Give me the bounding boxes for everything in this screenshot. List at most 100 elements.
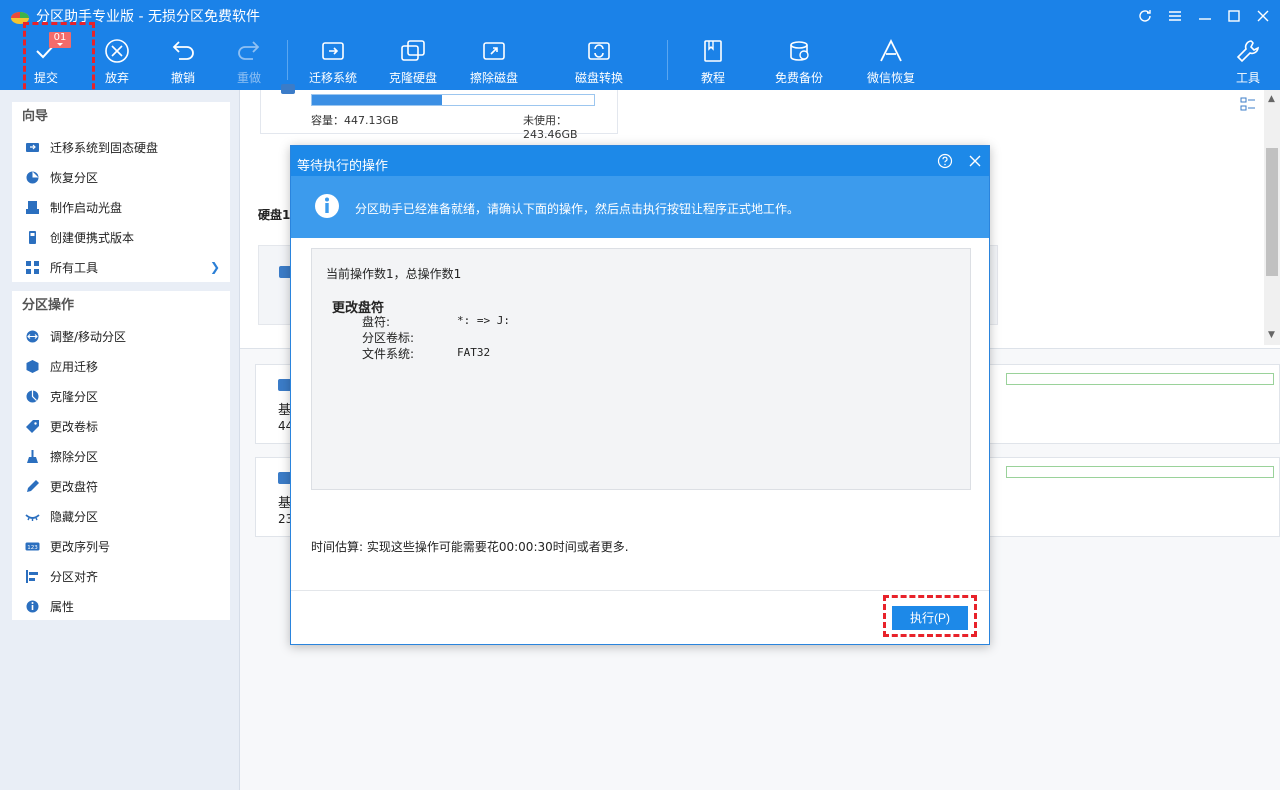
sidebar-item-label: 隐藏分区 bbox=[50, 509, 99, 524]
tools-button[interactable]: 工具 bbox=[1213, 36, 1280, 88]
sidebar-item-change-serial[interactable]: 123 更改序列号 bbox=[12, 531, 230, 561]
sidebar-item-align-partition[interactable]: 分区对齐 bbox=[12, 561, 230, 591]
sidebar-item-label: 分区对齐 bbox=[50, 569, 99, 584]
sidebar-item-resize-partition[interactable]: 调整/移动分区 bbox=[12, 321, 230, 351]
align-icon bbox=[24, 568, 40, 584]
sidebar-item-label: 更改卷标 bbox=[50, 419, 99, 434]
redo-button[interactable]: 重做 bbox=[214, 36, 284, 88]
sidebar-item-clone-partition[interactable]: 克隆分区 bbox=[12, 381, 230, 411]
sidebar-item-app-migrate[interactable]: 应用迁移 bbox=[12, 351, 230, 381]
scroll-down-icon[interactable]: ▼ bbox=[1268, 330, 1275, 340]
broom-icon bbox=[24, 448, 40, 464]
operations-count: 当前操作数1，总操作数1 bbox=[326, 267, 462, 281]
sidebar-item-hide-partition[interactable]: 隐藏分区 bbox=[12, 501, 230, 531]
undo-button[interactable]: 撤销 bbox=[148, 36, 218, 88]
refresh-button[interactable] bbox=[1134, 6, 1156, 26]
sidebar-item-properties[interactable]: 属性 bbox=[12, 591, 230, 621]
sidebar-item-migrate-ssd[interactable]: 迁移系统到固态硬盘 bbox=[12, 132, 230, 162]
info-banner: 分区助手已经准备就绪，请确认下面的操作，然后点击执行按钮让程序正式地工作。 bbox=[291, 176, 989, 238]
operation-value: *: => J: bbox=[457, 314, 510, 327]
sidebar-item-label: 制作启动光盘 bbox=[50, 200, 123, 215]
sidebar: 向导 迁移系统到固态硬盘 恢复分区 制作启动光盘 创建便携式版本 所有工具 ❯ … bbox=[0, 90, 240, 790]
sidebar-item-change-drive-letter[interactable]: 更改盘符 bbox=[12, 471, 230, 501]
sidebar-item-label: 所有工具 bbox=[50, 260, 99, 275]
menu-button[interactable] bbox=[1164, 6, 1186, 26]
convert-disk-button[interactable]: 磁盘转换 bbox=[564, 36, 634, 88]
vertical-scrollbar[interactable]: ▲ ▼ bbox=[1264, 90, 1280, 345]
operation-key: 分区卷标: bbox=[362, 331, 415, 345]
wechat-recover-icon bbox=[880, 38, 902, 62]
close-icon bbox=[1257, 10, 1269, 22]
sidebar-item-portable[interactable]: 创建便携式版本 bbox=[12, 222, 230, 252]
sidebar-item-label: 更改盘符 bbox=[50, 479, 99, 494]
ops-title: 分区操作 bbox=[22, 298, 75, 313]
minimize-button[interactable] bbox=[1194, 6, 1216, 26]
disk-summary-card[interactable]: 容量：447.13GB 未使用：243.46GB bbox=[260, 84, 618, 141]
scroll-up-icon[interactable]: ▲ bbox=[1268, 94, 1275, 104]
migrate-os-button[interactable]: 迁移系统 bbox=[298, 36, 368, 88]
sidebar-item-label: 克隆分区 bbox=[50, 389, 99, 404]
sidebar-item-label: 迁移系统到固态硬盘 bbox=[50, 140, 159, 155]
view-toggle-icon[interactable] bbox=[1240, 97, 1256, 113]
dialog-message: 分区助手已经准备就绪，请确认下面的操作，然后点击执行按钮让程序正式地工作。 bbox=[355, 202, 800, 216]
operation-key: 盘符: bbox=[362, 315, 391, 329]
sidebar-item-wipe-partition[interactable]: 擦除分区 bbox=[12, 441, 230, 471]
migrate-icon bbox=[24, 139, 40, 155]
sidebar-item-all-tools[interactable]: 所有工具 ❯ bbox=[12, 252, 230, 282]
operations-list: 当前操作数1，总操作数1 更改盘符 盘符: *: => J: 分区卷标: 文件系… bbox=[311, 248, 971, 490]
scroll-thumb[interactable] bbox=[1266, 148, 1278, 276]
sidebar-item-label: 更改序列号 bbox=[50, 539, 111, 554]
discard-label: 放弃 bbox=[104, 71, 129, 85]
app-migrate-icon bbox=[24, 358, 40, 374]
sidebar-item-change-label[interactable]: 更改卷标 bbox=[12, 411, 230, 441]
disk-icon bbox=[281, 84, 295, 94]
info-circle-icon bbox=[315, 194, 339, 218]
commit-highlight bbox=[23, 22, 95, 98]
backup-icon bbox=[790, 41, 809, 61]
menu-icon bbox=[1169, 11, 1181, 21]
clone-disk-button[interactable]: 克隆硬盘 bbox=[378, 36, 448, 88]
sidebar-item-boot-disc[interactable]: 制作启动光盘 bbox=[12, 192, 230, 222]
undo-label: 撤销 bbox=[170, 71, 195, 85]
tag-icon bbox=[24, 418, 40, 434]
free-backup-button[interactable]: 免费备份 bbox=[764, 36, 834, 88]
maximize-button[interactable] bbox=[1223, 6, 1245, 26]
clone-icon bbox=[24, 388, 40, 404]
pencil-icon bbox=[24, 478, 40, 494]
wipe-disk-label: 擦除磁盘 bbox=[469, 71, 518, 85]
clone-disk-label: 克隆硬盘 bbox=[388, 71, 437, 85]
wipe-disk-button[interactable]: 擦除磁盘 bbox=[459, 36, 529, 88]
refresh-icon bbox=[1139, 10, 1151, 22]
sidebar-item-label: 应用迁移 bbox=[50, 359, 99, 374]
help-icon[interactable] bbox=[937, 153, 953, 169]
wechat-recover-label: 微信恢复 bbox=[866, 71, 915, 85]
sidebar-item-label: 属性 bbox=[50, 599, 75, 614]
wipe-disk-icon bbox=[483, 42, 505, 60]
capacity-text: 容量：447.13GB bbox=[311, 114, 399, 127]
dialog-title: 等待执行的操作 bbox=[297, 159, 389, 174]
partition-ops-panel: 分区操作 调整/移动分区 应用迁移 克隆分区 更改卷标 擦除分区 更改盘符 隐藏… bbox=[12, 291, 230, 620]
convert-disk-label: 磁盘转换 bbox=[574, 71, 623, 85]
sidebar-item-label: 擦除分区 bbox=[50, 449, 99, 464]
convert-disk-icon bbox=[588, 42, 610, 60]
discard-icon bbox=[105, 39, 129, 63]
toolbar-divider bbox=[287, 40, 288, 80]
undo-icon bbox=[172, 41, 194, 60]
toolbar-area: 分区助手专业版 - 无损分区免费软件 提交 01 放弃 撤销 重做 迁移系统 克… bbox=[0, 0, 1280, 90]
info-icon bbox=[24, 598, 40, 614]
wechat-recover-button[interactable]: 微信恢复 bbox=[856, 36, 926, 88]
sidebar-item-recover-partition[interactable]: 恢复分区 bbox=[12, 162, 230, 192]
minimize-icon bbox=[1199, 18, 1211, 20]
free-backup-label: 免费备份 bbox=[774, 71, 823, 85]
tutorial-button[interactable]: 教程 bbox=[678, 36, 748, 88]
disk-usage-bar bbox=[311, 94, 595, 106]
sidebar-item-label: 恢复分区 bbox=[50, 170, 99, 185]
pending-operations-dialog: 等待执行的操作 分区助手已经准备就绪，请确认下面的操作，然后点击执行按钮让程序正… bbox=[290, 145, 990, 645]
migrate-os-icon bbox=[322, 42, 344, 60]
redo-icon bbox=[238, 41, 260, 60]
close-window-button[interactable] bbox=[1252, 6, 1274, 26]
dialog-close-icon[interactable] bbox=[967, 153, 983, 169]
resize-icon bbox=[24, 328, 40, 344]
disk-usage-fill bbox=[312, 95, 442, 105]
wizard-panel: 向导 迁移系统到固态硬盘 恢复分区 制作启动光盘 创建便携式版本 所有工具 ❯ bbox=[12, 102, 230, 282]
